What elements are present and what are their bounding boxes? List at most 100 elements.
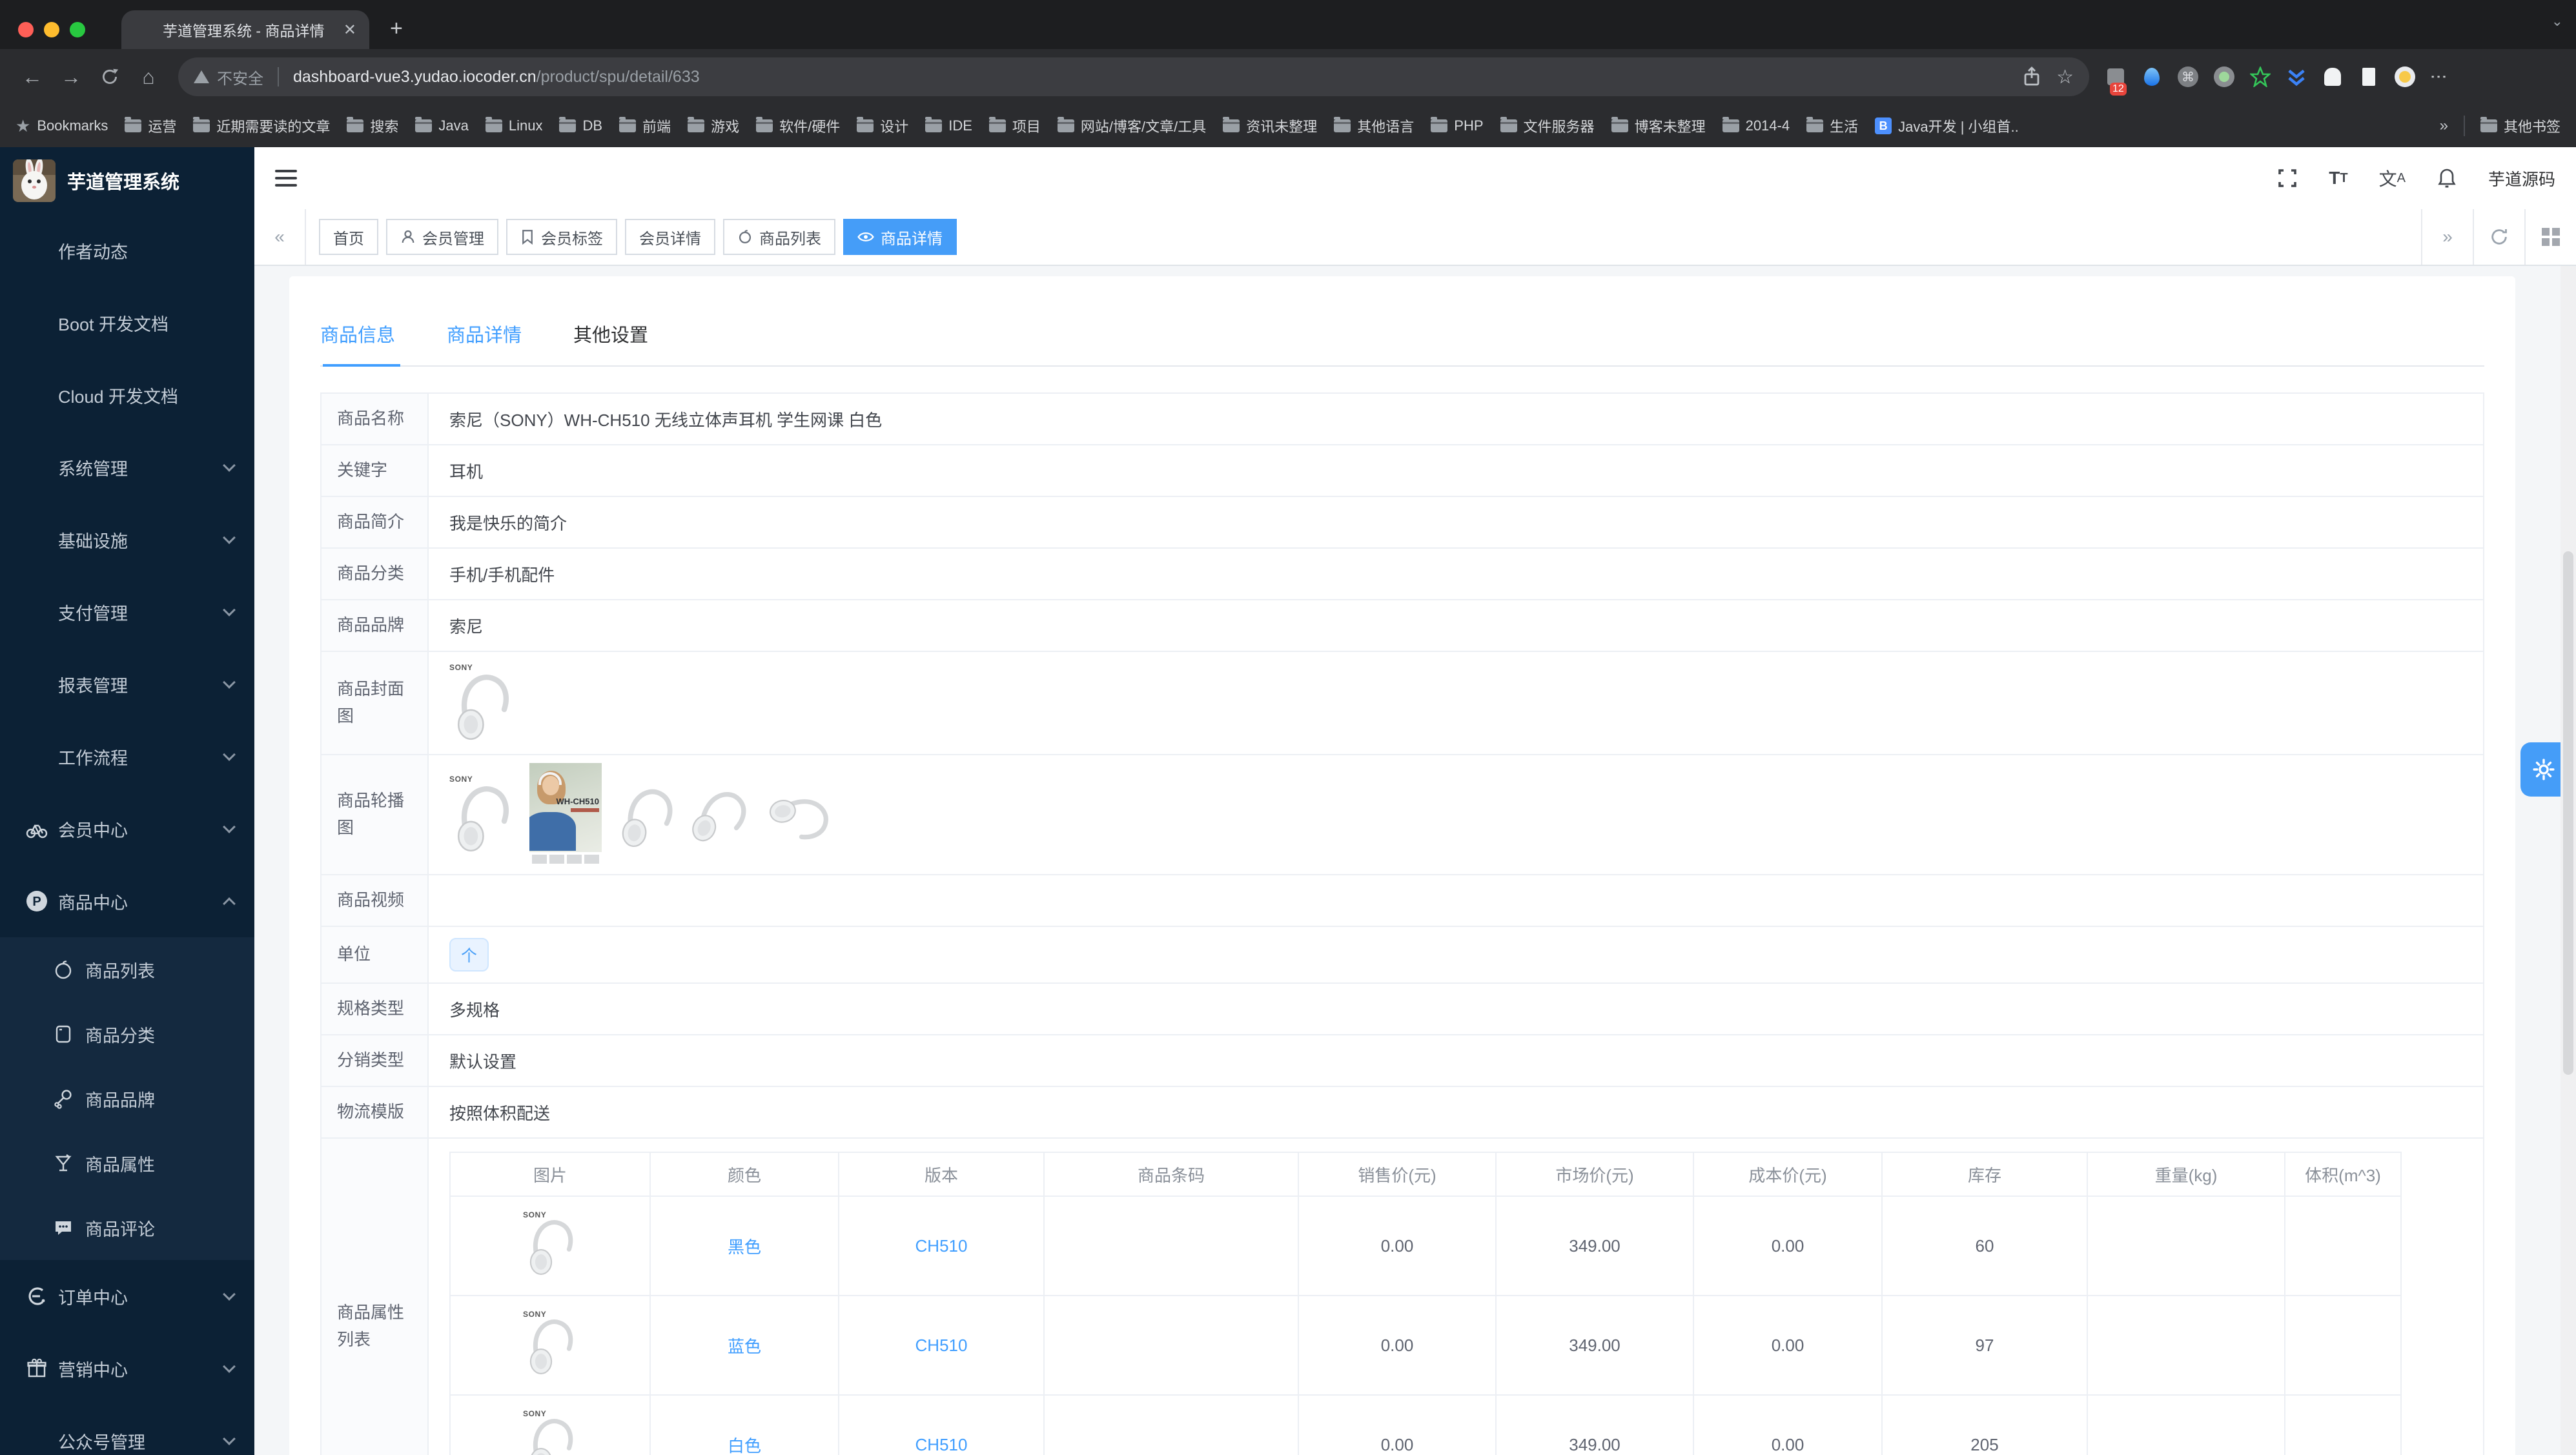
bookmark-folder[interactable]: 前端 — [619, 116, 671, 136]
close-window-button[interactable] — [18, 22, 34, 37]
extension-command-icon[interactable]: ⌘ — [2177, 66, 2199, 88]
sidebar-item-product-center[interactable]: P 商品中心 — [0, 865, 254, 937]
extension-balloon-icon[interactable] — [2141, 66, 2163, 88]
fullscreen-icon[interactable] — [2277, 168, 2298, 188]
sidebar-item-infrastructure[interactable]: 基础设施 — [0, 504, 254, 576]
bookmark-folder[interactable]: 游戏 — [688, 116, 739, 136]
sidebar-item-product-brand[interactable]: 商品品牌 — [0, 1066, 254, 1131]
sidebar-item-workflow[interactable]: 工作流程 — [0, 720, 254, 793]
bookmark-link[interactable]: B Java开发 | 小组首.. — [1875, 116, 2019, 136]
extension-badge-icon[interactable]: 12 — [2105, 66, 2127, 96]
bookmark-folder[interactable]: 资讯未整理 — [1223, 116, 1317, 136]
minimize-window-button[interactable] — [44, 22, 59, 37]
browser-menu-icon[interactable]: ⋮ — [2429, 68, 2449, 85]
extension-emoji-icon[interactable] — [2394, 66, 2416, 88]
sku-version-link[interactable]: CH510 — [915, 1336, 968, 1355]
sku-version-link[interactable]: CH510 — [915, 1236, 968, 1256]
tab-other-settings[interactable]: 其他设置 — [573, 300, 648, 365]
sidebar-item-member-center[interactable]: 会员中心 — [0, 793, 254, 865]
tags-scroll-left-icon[interactable]: « — [254, 209, 306, 265]
sidebar-item-mp-account[interactable]: 公众号管理 — [0, 1405, 254, 1455]
bookmark-folder[interactable]: 生活 — [1806, 116, 1858, 136]
tag-product-detail[interactable]: 商品详情 — [843, 219, 957, 255]
bookmark-folder[interactable]: 文件服务器 — [1500, 116, 1595, 136]
bookmark-folder[interactable]: Java — [415, 117, 469, 134]
layout-grid-icon[interactable] — [2524, 209, 2576, 265]
sku-color-link[interactable]: 白色 — [728, 1436, 761, 1455]
bookmark-folder[interactable]: IDE — [925, 117, 972, 134]
tag-product-list[interactable]: 商品列表 — [723, 219, 835, 255]
forward-button[interactable]: → — [52, 57, 90, 96]
collapse-sidebar-icon[interactable] — [275, 170, 297, 187]
sidebar-item-report-mgmt[interactable]: 报表管理 — [0, 648, 254, 720]
bookmark-folder[interactable]: 项目 — [988, 116, 1041, 136]
tab-search-icon[interactable]: ⌄ — [2551, 13, 2563, 30]
current-user-name[interactable]: 芋道源码 — [2488, 167, 2555, 190]
refresh-page-icon[interactable] — [2473, 209, 2524, 265]
bookmark-folder[interactable]: 其他语言 — [1334, 116, 1414, 136]
sidebar-item-payment-mgmt[interactable]: 支付管理 — [0, 576, 254, 648]
bookmark-star-icon[interactable]: ☆ — [2056, 66, 2074, 88]
carousel-image-5[interactable] — [764, 781, 837, 848]
bookmark-folder[interactable]: 搜索 — [347, 116, 398, 136]
tag-member-mgmt[interactable]: 会员管理 — [386, 219, 498, 255]
extension-recorder-icon[interactable] — [2213, 66, 2235, 88]
bookmark-folder[interactable]: 博客未整理 — [1611, 116, 1706, 136]
bookmark-folder[interactable]: 2014-4 — [1722, 117, 1790, 134]
tab-product-detail[interactable]: 商品详情 — [447, 300, 522, 365]
bookmark-folder[interactable]: PHP — [1431, 117, 1484, 134]
sku-color-link[interactable]: 蓝色 — [728, 1337, 761, 1356]
sku-color-link[interactable]: 黑色 — [728, 1237, 761, 1257]
extension-vue-devtools-icon[interactable] — [2285, 66, 2307, 88]
bookmark-folder[interactable]: 近期需要读的文章 — [193, 116, 330, 136]
sidebar-item-system-mgmt[interactable]: 系统管理 — [0, 431, 254, 504]
language-icon[interactable]: 文A — [2379, 165, 2406, 191]
sku-image[interactable]: SONY — [523, 1309, 577, 1377]
bookmark-folder[interactable]: Linux — [485, 117, 542, 134]
sidebar-item-product-category[interactable]: 商品分类 — [0, 1002, 254, 1066]
tag-home[interactable]: 首页 — [319, 219, 378, 255]
new-tab-button[interactable]: + — [390, 16, 403, 41]
sidebar-item-order-center[interactable]: 订单中心 — [0, 1260, 254, 1332]
bookmarks-root[interactable]: ★ Bookmarks — [15, 116, 108, 136]
browser-tab[interactable]: 芋道管理系统 - 商品详情 ✕ — [121, 10, 369, 49]
share-icon[interactable] — [2023, 66, 2041, 87]
sidebar-item-marketing-center[interactable]: 营销中心 — [0, 1332, 254, 1405]
scrollbar-thumb[interactable] — [2563, 551, 2573, 1075]
tag-member-detail[interactable]: 会员详情 — [625, 219, 715, 255]
tab-product-info[interactable]: 商品信息 — [320, 300, 395, 365]
address-bar[interactable]: 不安全 dashboard-vue3.yudao.iocoder.cn /pro… — [178, 57, 2089, 96]
extension-panel-icon[interactable] — [2358, 66, 2380, 88]
app-logo-row[interactable]: 芋道管理系统 — [0, 147, 254, 214]
sku-image[interactable]: SONY — [523, 1210, 577, 1277]
product-cover-image[interactable]: SONY — [449, 663, 514, 743]
bookmarks-overflow-icon[interactable]: » — [2440, 117, 2448, 135]
back-button[interactable]: ← — [13, 57, 52, 96]
sidebar-item-author-activity[interactable]: 作者动态 — [0, 214, 254, 287]
tag-member-label[interactable]: 会员标签 — [506, 219, 617, 255]
bookmark-folder[interactable]: 设计 — [857, 116, 908, 136]
bookmark-folder[interactable]: 网站/博客/文章/工具 — [1057, 116, 1206, 136]
sku-image[interactable]: SONY — [523, 1409, 577, 1455]
tags-scroll-right-icon[interactable]: » — [2421, 209, 2473, 265]
other-bookmarks[interactable]: 其他书签 — [2480, 116, 2561, 136]
extension-ghost-icon[interactable] — [2322, 66, 2344, 88]
tab-close-icon[interactable]: ✕ — [343, 21, 356, 39]
carousel-image-1[interactable]: SONY — [449, 775, 514, 855]
sidebar-item-product-list[interactable]: 商品列表 — [0, 937, 254, 1002]
reload-button[interactable] — [90, 57, 129, 96]
bookmark-folder[interactable]: 软件/硬件 — [756, 116, 840, 136]
sidebar-item-boot-docs[interactable]: Boot 开发文档 — [0, 287, 254, 359]
sidebar-item-product-attribute[interactable]: 商品属性 — [0, 1131, 254, 1196]
home-button[interactable]: ⌂ — [129, 57, 168, 96]
bookmark-folder[interactable]: 运营 — [125, 116, 176, 136]
font-size-icon[interactable]: TT — [2329, 168, 2347, 188]
carousel-image-2-poster[interactable]: WH-CH510 — [529, 763, 602, 866]
extension-star-icon[interactable] — [2249, 66, 2271, 88]
sidebar-item-product-review[interactable]: 商品评论 — [0, 1196, 254, 1260]
sku-version-link[interactable]: CH510 — [915, 1435, 968, 1454]
bookmark-folder[interactable]: DB — [559, 117, 602, 134]
notification-bell-icon[interactable] — [2437, 167, 2457, 189]
carousel-image-4[interactable] — [692, 776, 749, 853]
carousel-image-3[interactable] — [617, 776, 677, 853]
